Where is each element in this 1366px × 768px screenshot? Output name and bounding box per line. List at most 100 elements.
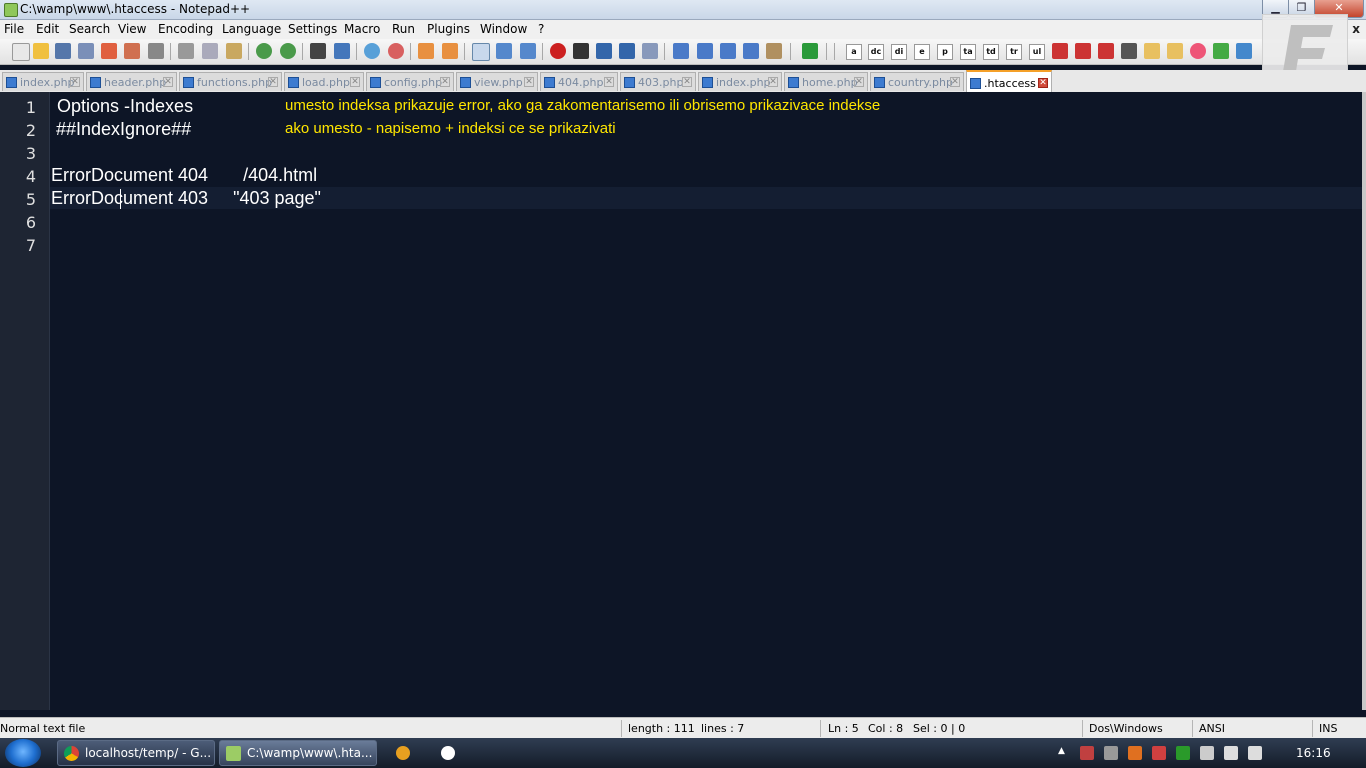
tab-close-icon[interactable]: ✕ <box>440 77 450 87</box>
cut-icon[interactable] <box>178 43 194 59</box>
expand-icon[interactable] <box>743 43 759 59</box>
word-wrap-icon[interactable] <box>472 43 490 61</box>
zoom-in-icon[interactable] <box>364 43 380 59</box>
tab-home-php[interactable]: home.php ✕ <box>784 72 868 91</box>
start-button[interactable] <box>5 739 41 767</box>
plugin-icon[interactable] <box>1213 43 1229 59</box>
show-hidden-icons-icon[interactable]: ▲ <box>1058 746 1066 760</box>
network-icon[interactable] <box>1224 746 1238 760</box>
save-icon[interactable] <box>55 43 71 59</box>
tab-config-php[interactable]: config.php ✕ <box>366 72 454 91</box>
tray-app-5-icon[interactable] <box>1200 746 1214 760</box>
collapse-icon[interactable] <box>673 43 689 59</box>
redo-icon[interactable] <box>280 43 296 59</box>
find-icon[interactable] <box>310 43 326 59</box>
close-file-icon[interactable] <box>101 43 117 59</box>
new-file-icon[interactable] <box>12 43 30 61</box>
tag-p-button[interactable]: p <box>937 44 953 60</box>
close-document-icon[interactable]: x <box>1352 22 1360 36</box>
tray-app-3-icon[interactable] <box>1152 746 1166 760</box>
run-macro-multiple-icon[interactable] <box>619 43 635 59</box>
open-file-icon[interactable] <box>33 43 49 59</box>
wamp-icon[interactable] <box>1128 746 1142 760</box>
tag-e-button[interactable]: e <box>914 44 930 60</box>
menu-plugins[interactable]: Plugins <box>427 22 470 36</box>
menu-settings[interactable]: Settings <box>288 22 337 36</box>
stop-macro-icon[interactable] <box>573 43 589 59</box>
menu-search[interactable]: Search <box>69 22 110 36</box>
text-editor[interactable]: Options -Indexes umesto indeksa prikazuj… <box>50 92 1362 710</box>
menu-edit[interactable]: Edit <box>36 22 59 36</box>
tab-index-php[interactable]: index.php ✕ <box>2 72 84 91</box>
save-all-icon[interactable] <box>78 43 94 59</box>
tab-close-icon[interactable]: ✕ <box>163 77 173 87</box>
tray-app-2-icon[interactable] <box>1104 746 1118 760</box>
remove-tag-2-icon[interactable] <box>1075 43 1091 59</box>
tab-close-icon[interactable]: ✕ <box>1038 78 1048 88</box>
menu-file[interactable]: File <box>4 22 24 36</box>
tag-tr-button[interactable]: tr <box>1006 44 1022 60</box>
taskbar-item-notepad[interactable]: C:\wamp\www\.hta... <box>219 740 377 766</box>
tab-index-php-2[interactable]: index.php ✕ <box>698 72 782 91</box>
replace-icon[interactable] <box>334 43 350 59</box>
run-icon[interactable] <box>802 43 818 59</box>
tab-close-icon[interactable]: ✕ <box>768 77 778 87</box>
menu-language[interactable]: Language <box>222 22 281 36</box>
tab-close-icon[interactable]: ✕ <box>854 77 864 87</box>
remove-tag-icon[interactable] <box>1052 43 1068 59</box>
show-all-chars-icon[interactable] <box>496 43 512 59</box>
tag-di-button[interactable]: di <box>891 44 907 60</box>
folder-icon[interactable] <box>1144 43 1160 59</box>
open-folder-icon[interactable] <box>1167 43 1183 59</box>
menu-encoding[interactable]: Encoding <box>158 22 213 36</box>
tab-close-icon[interactable]: ✕ <box>604 77 614 87</box>
tab-close-icon[interactable]: ✕ <box>682 77 692 87</box>
tag-a-button[interactable]: a <box>846 44 862 60</box>
dropdown-icon[interactable] <box>1121 43 1137 59</box>
tab-htaccess[interactable]: .htaccess ✕ <box>966 70 1052 92</box>
tray-app-4-icon[interactable] <box>1176 746 1190 760</box>
remove-tag-3-icon[interactable] <box>1098 43 1114 59</box>
tab-load-php[interactable]: load.php ✕ <box>284 72 364 91</box>
menu-help[interactable]: ? <box>538 22 544 36</box>
arrow-up-icon[interactable] <box>697 43 713 59</box>
tag-ul-button[interactable]: ul <box>1029 44 1045 60</box>
tab-country-php[interactable]: country.php ✕ <box>870 72 964 91</box>
tab-header-php[interactable]: header.php ✕ <box>86 72 177 91</box>
tab-view-php[interactable]: view.php ✕ <box>456 72 538 91</box>
menu-run[interactable]: Run <box>392 22 415 36</box>
taskbar-item-chrome[interactable]: localhost/temp/ - G... <box>57 740 215 766</box>
indent-guide-icon[interactable] <box>520 43 536 59</box>
app-pinned-icon[interactable] <box>396 746 410 760</box>
tab-403-php[interactable]: 403.php ✕ <box>620 72 696 91</box>
clock[interactable]: 16:16 <box>1296 746 1331 760</box>
sync-scroll-v-icon[interactable] <box>418 43 434 59</box>
tag-dc-button[interactable]: dc <box>868 44 884 60</box>
menu-view[interactable]: View <box>118 22 146 36</box>
close-all-icon[interactable] <box>124 43 140 59</box>
tab-close-icon[interactable]: ✕ <box>950 77 960 87</box>
tray-app-icon[interactable] <box>1080 746 1094 760</box>
print-icon[interactable] <box>148 43 164 59</box>
tab-functions-php[interactable]: functions.php ✕ <box>179 72 282 91</box>
tab-close-icon[interactable]: ✕ <box>350 77 360 87</box>
tab-close-icon[interactable]: ✕ <box>268 77 278 87</box>
menu-macro[interactable]: Macro <box>344 22 380 36</box>
undo-icon[interactable] <box>256 43 272 59</box>
zoom-out-icon[interactable] <box>388 43 404 59</box>
launch-icon[interactable] <box>766 43 782 59</box>
tag-ta-button[interactable]: ta <box>960 44 976 60</box>
app-pinned-2-icon[interactable] <box>441 746 455 760</box>
paste-icon[interactable] <box>226 43 242 59</box>
tab-404-php[interactable]: 404.php ✕ <box>540 72 618 91</box>
record-macro-icon[interactable] <box>550 43 566 59</box>
volume-icon[interactable] <box>1248 746 1262 760</box>
copy-icon[interactable] <box>202 43 218 59</box>
heart-icon[interactable] <box>1190 43 1206 59</box>
play-macro-icon[interactable] <box>596 43 612 59</box>
spell-check-icon[interactable] <box>1236 43 1252 59</box>
tab-close-icon[interactable]: ✕ <box>70 77 80 87</box>
save-macro-icon[interactable] <box>642 43 658 59</box>
tab-close-icon[interactable]: ✕ <box>524 77 534 87</box>
arrow-down-icon[interactable] <box>720 43 736 59</box>
